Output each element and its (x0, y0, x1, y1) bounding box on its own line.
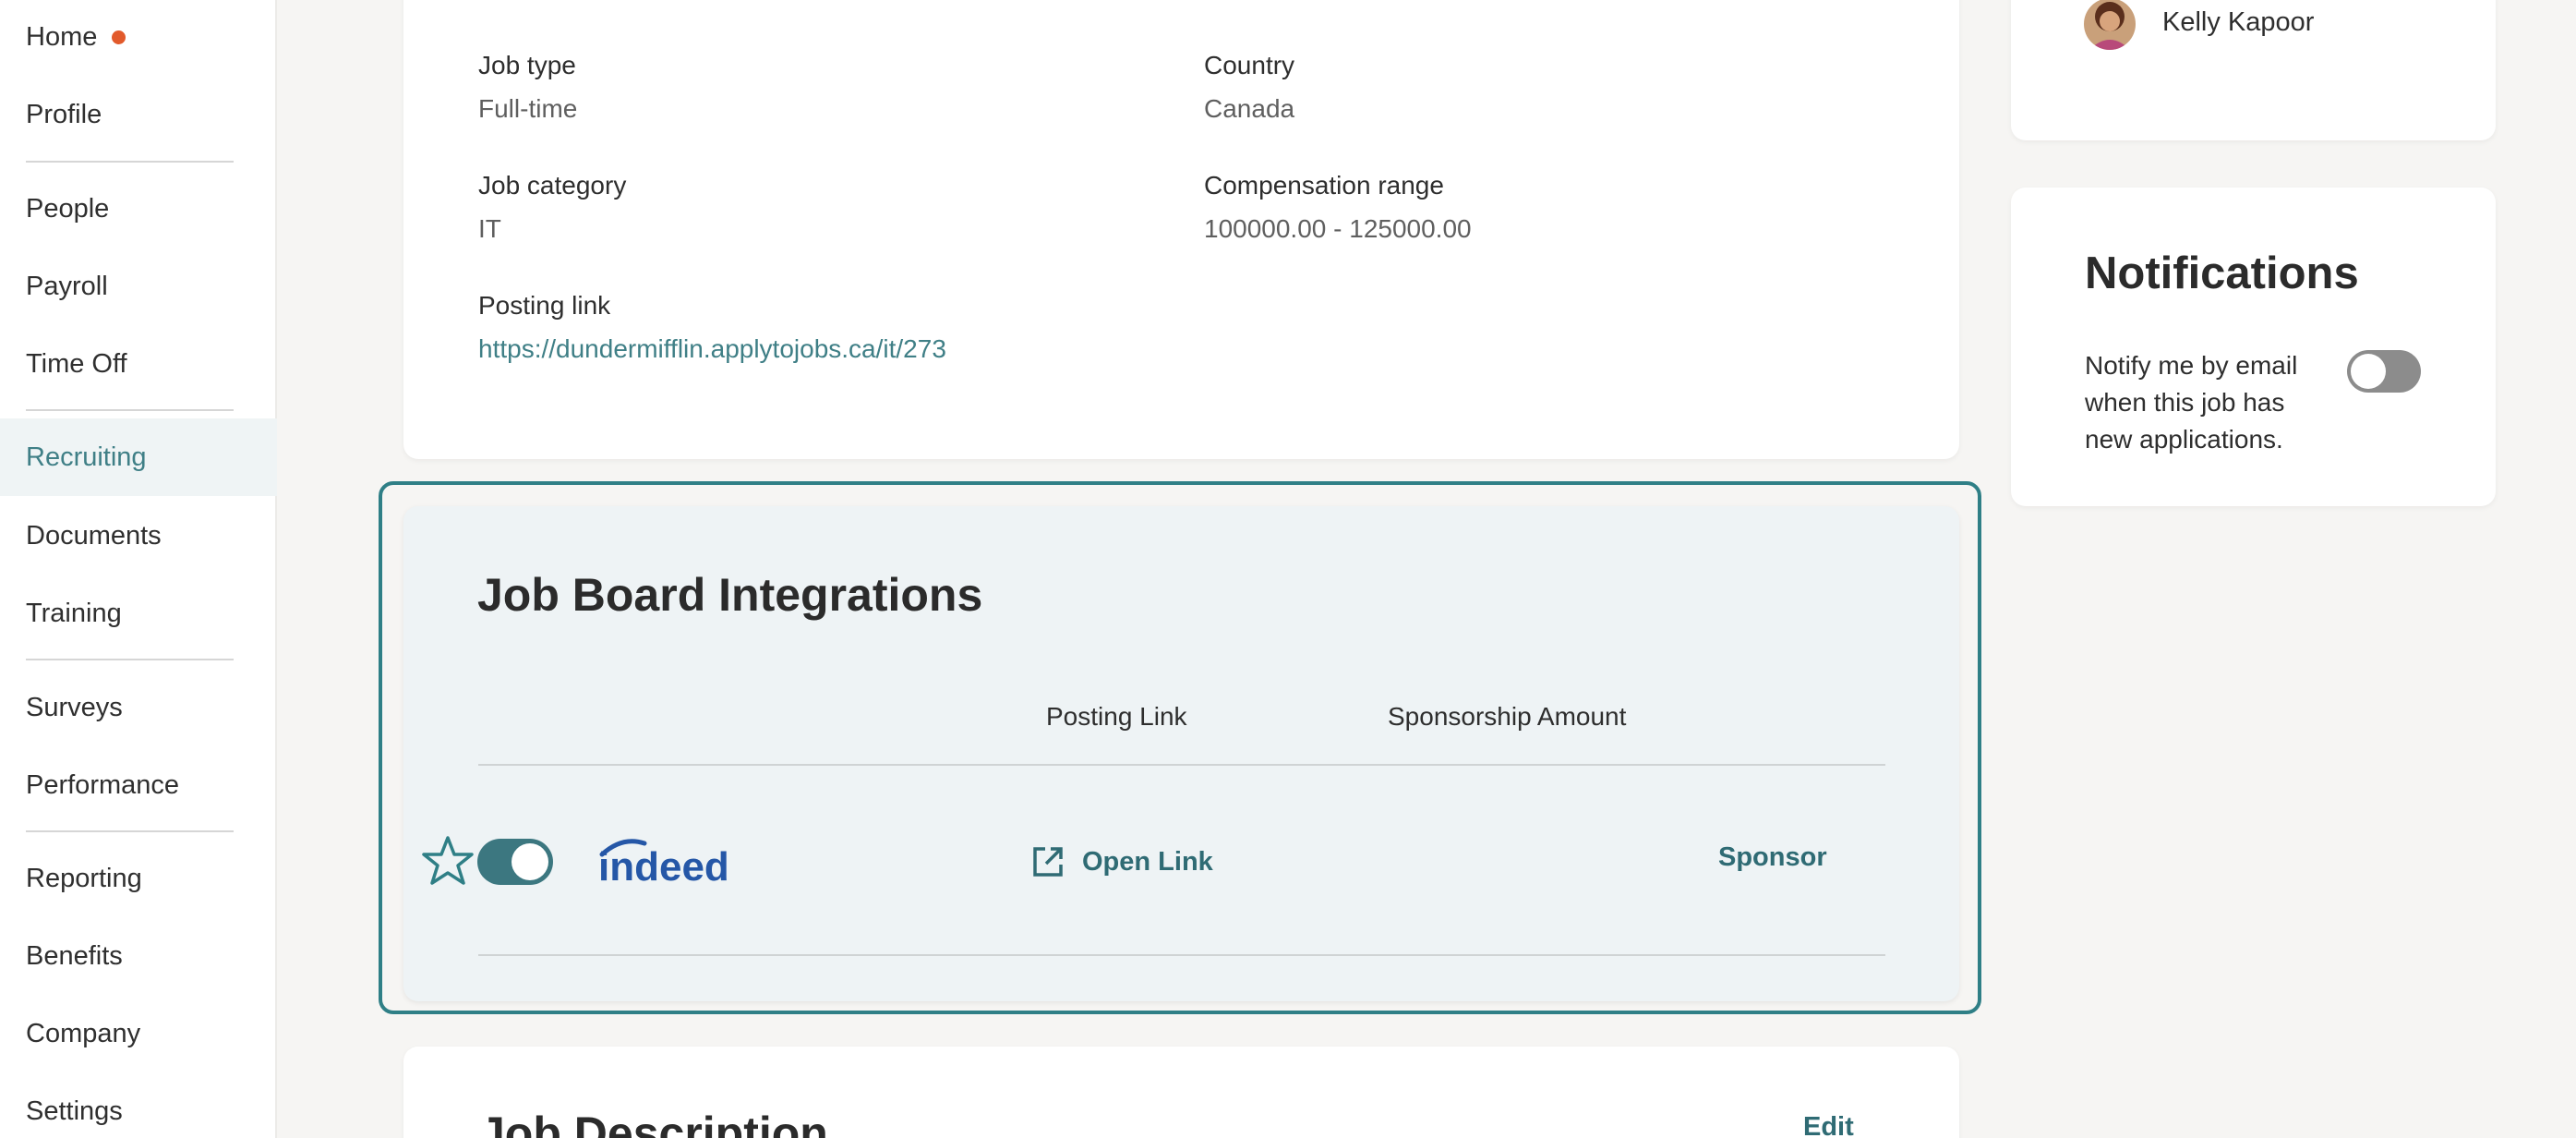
sidebar-item-label: Documents (26, 520, 162, 551)
sidebar-item-payroll[interactable]: Payroll (0, 248, 277, 325)
sidebar-item-training[interactable]: Training (0, 575, 277, 652)
sidebar-item-surveys[interactable]: Surveys (0, 669, 277, 746)
open-link-button[interactable]: Open Link (1030, 841, 1213, 883)
hiring-lead-name: Kelly Kapoor (2162, 7, 2315, 37)
column-header-sponsorship-amount: Sponsorship Amount (1388, 702, 1627, 731)
nav-divider (26, 161, 234, 163)
edit-description-button[interactable]: Edit (1803, 1112, 1854, 1138)
compensation-label: Compensation range (1204, 171, 1444, 200)
sidebar-item-label: Time Off (26, 348, 127, 379)
posting-link-url[interactable]: https://dundermifflin.applytojobs.ca/it/… (478, 334, 946, 364)
table-divider (478, 764, 1885, 766)
sidebar-item-performance[interactable]: Performance (0, 746, 277, 824)
email-notification-toggle[interactable] (2347, 350, 2421, 393)
indeed-logo: indeed (598, 839, 729, 890)
job-category-value: IT (478, 214, 501, 243)
star-icon[interactable] (420, 834, 475, 888)
nav-divider (26, 830, 234, 832)
sidebar-item-settings[interactable]: Settings (0, 1072, 277, 1138)
notification-dot (112, 30, 126, 44)
sidebar-item-label: Training (26, 598, 122, 628)
sidebar-item-recruiting[interactable]: Recruiting (0, 418, 277, 496)
country-label: Country (1204, 51, 1295, 79)
notifications-description: Notify me by email when this job has new… (2085, 351, 2298, 454)
posting-link-label: Posting link (478, 291, 611, 320)
sidebar-nav: Home Profile People Payroll Time Off Rec… (0, 0, 277, 1138)
notifications-title: Notifications (2085, 248, 2359, 298)
nav-divider (26, 409, 234, 411)
sidebar-item-label: Performance (26, 769, 180, 800)
sidebar-item-benefits[interactable]: Benefits (0, 917, 277, 995)
sponsor-button[interactable]: Sponsor (1718, 842, 1827, 873)
open-link-label: Open Link (1082, 846, 1213, 877)
sidebar-item-label: Recruiting (26, 442, 147, 472)
external-link-icon (1033, 847, 1063, 877)
sidebar-item-people[interactable]: People (0, 170, 277, 248)
sidebar-item-profile[interactable]: Profile (0, 76, 277, 153)
sidebar-item-label: Settings (26, 1096, 123, 1126)
toggle-knob (512, 843, 548, 880)
sidebar-item-time-off[interactable]: Time Off (0, 325, 277, 403)
table-divider (478, 954, 1885, 956)
sidebar-item-reporting[interactable]: Reporting (0, 840, 277, 917)
sidebar-item-label: Surveys (26, 692, 123, 722)
job-details-card (403, 0, 1959, 459)
country-value: Canada (1204, 94, 1295, 123)
job-description-title: Job Description (479, 1108, 828, 1138)
sidebar-item-label: Company (26, 1018, 141, 1048)
job-category-label: Job category (478, 171, 627, 200)
svg-text:indeed: indeed (598, 844, 729, 890)
sidebar-item-home[interactable]: Home (0, 0, 277, 76)
sidebar-item-label: People (26, 193, 110, 224)
toggle-knob (2351, 354, 2386, 389)
integrations-title: Job Board Integrations (477, 569, 983, 621)
sidebar-item-company[interactable]: Company (0, 995, 277, 1072)
app-root: Home Profile People Payroll Time Off Rec… (0, 0, 2576, 1138)
sidebar-item-label: Home (26, 21, 98, 52)
sidebar-item-label: Reporting (26, 863, 142, 893)
job-type-value: Full-time (478, 94, 578, 123)
avatar (2084, 0, 2136, 50)
sidebar-item-label: Payroll (26, 271, 108, 301)
sidebar-item-label: Profile (26, 99, 102, 129)
sidebar-item-documents[interactable]: Documents (0, 497, 277, 575)
avatar-image (2084, 0, 2136, 50)
compensation-value: 100000.00 - 125000.00 (1204, 214, 1472, 243)
job-type-label: Job type (478, 51, 576, 79)
column-header-posting-link: Posting Link (1046, 702, 1187, 731)
sidebar-item-label: Benefits (26, 940, 123, 971)
nav-divider (26, 659, 234, 660)
indeed-enable-toggle[interactable] (477, 839, 553, 885)
